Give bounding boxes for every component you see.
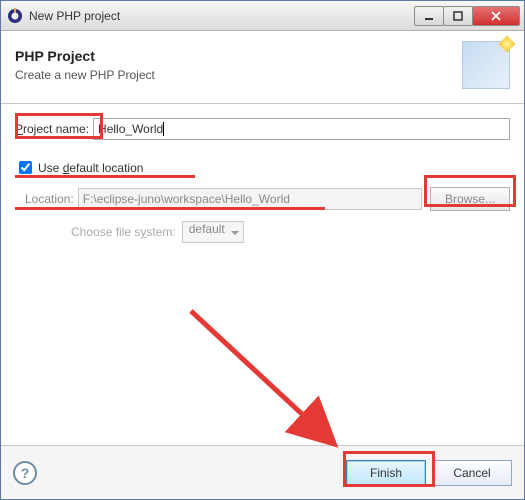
app-icon bbox=[7, 8, 23, 24]
cancel-button[interactable]: Cancel bbox=[432, 460, 512, 486]
filesystem-label: Choose file system: bbox=[71, 225, 176, 239]
browse-button[interactable]: Browse... bbox=[430, 187, 510, 211]
filesystem-row: Choose file system: default bbox=[71, 221, 510, 243]
php-project-icon bbox=[462, 41, 510, 89]
banner-description: Create a new PHP Project bbox=[15, 68, 462, 82]
project-name-input[interactable]: Hello_World bbox=[93, 118, 510, 140]
content-area: Project name: Hello_World Use default lo… bbox=[1, 104, 524, 464]
location-row: Location: Browse... bbox=[25, 187, 510, 211]
minimize-button[interactable] bbox=[414, 6, 444, 26]
use-default-label: Use default location bbox=[38, 161, 143, 175]
window-title: New PHP project bbox=[29, 9, 415, 23]
project-name-value: Hello_World bbox=[98, 122, 163, 136]
titlebar: New PHP project bbox=[1, 1, 524, 31]
close-button[interactable] bbox=[472, 6, 520, 26]
use-default-row: Use default location bbox=[15, 158, 510, 177]
banner: PHP Project Create a new PHP Project bbox=[1, 31, 524, 104]
window-controls bbox=[415, 6, 520, 26]
location-label: Location: bbox=[25, 192, 74, 206]
project-name-row: Project name: Hello_World bbox=[15, 118, 510, 140]
filesystem-select: default bbox=[182, 221, 244, 243]
dialog-window: New PHP project PHP Project Create a new… bbox=[0, 0, 525, 500]
finish-button[interactable]: Finish bbox=[346, 460, 426, 486]
use-default-checkbox[interactable] bbox=[19, 161, 32, 174]
location-input bbox=[78, 188, 422, 210]
maximize-button[interactable] bbox=[443, 6, 473, 26]
button-bar: ? Finish Cancel bbox=[1, 445, 524, 499]
banner-title: PHP Project bbox=[15, 48, 462, 64]
help-icon[interactable]: ? bbox=[13, 461, 37, 485]
project-name-label: Project name: bbox=[15, 122, 89, 136]
